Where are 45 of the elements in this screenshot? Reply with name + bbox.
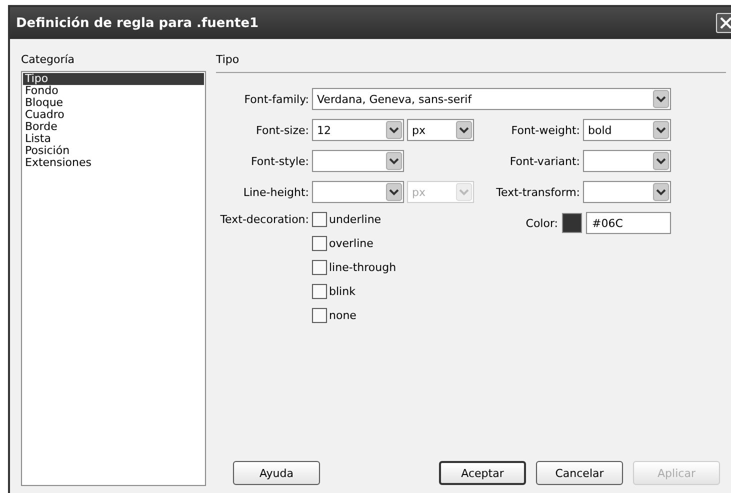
- dropdown[interactable]: Verdana, Geneva, sans-serif: [312, 88, 671, 110]
- field-label: Font-size:: [255, 124, 309, 136]
- field-label: Color:: [526, 216, 558, 230]
- close-icon: [720, 17, 731, 29]
- dropdown[interactable]: [583, 150, 671, 172]
- checkbox-label: none: [329, 309, 356, 322]
- dialog-button[interactable]: Ayuda: [233, 461, 320, 485]
- dropdown[interactable]: bold: [583, 119, 671, 141]
- dialog-button[interactable]: Cancelar: [536, 461, 623, 485]
- field-label: Font-weight:: [510, 124, 580, 136]
- dropdown[interactable]: [312, 150, 404, 172]
- field-label: Font-family:: [243, 92, 309, 106]
- checkbox-label: line-through: [329, 261, 396, 274]
- checkbox[interactable]: [312, 284, 327, 299]
- checkbox[interactable]: [312, 260, 327, 275]
- dropdown[interactable]: 12: [312, 119, 404, 141]
- field-label: Text-decoration:: [219, 213, 309, 226]
- category-item[interactable]: Posición: [23, 145, 204, 157]
- category-item[interactable]: Tipo: [23, 73, 204, 85]
- dropdown[interactable]: px: [407, 119, 474, 141]
- checkbox[interactable]: [312, 212, 327, 227]
- window-title: Definición de regla para .fuente1: [16, 16, 259, 30]
- checkbox[interactable]: [312, 308, 327, 323]
- category-item[interactable]: Fondo: [23, 85, 204, 97]
- category-item[interactable]: Cuadro: [23, 109, 204, 121]
- category-item[interactable]: Lista: [23, 133, 204, 145]
- dialog-button[interactable]: Aceptar: [439, 461, 526, 485]
- checkbox-label: underline: [329, 213, 382, 226]
- color-input[interactable]: #06C: [586, 212, 671, 234]
- checkbox-label: overline: [329, 237, 374, 250]
- close-button[interactable]: [716, 13, 731, 33]
- panel-heading: Tipo: [216, 53, 726, 73]
- category-label: Categoría: [21, 53, 76, 66]
- field-label: Font-style:: [250, 154, 309, 168]
- dropdown[interactable]: [583, 181, 671, 203]
- field-label: Font-variant:: [508, 154, 580, 168]
- category-item[interactable]: Borde: [23, 121, 204, 133]
- color-picker-button[interactable]: [562, 213, 582, 233]
- dropdown[interactable]: [312, 181, 404, 203]
- field-label: Text-transform:: [495, 186, 580, 198]
- checkbox[interactable]: [312, 236, 327, 251]
- category-item[interactable]: Bloque: [23, 97, 204, 109]
- field-label: Line-height:: [242, 186, 309, 198]
- category-item[interactable]: Extensiones: [23, 157, 204, 169]
- checkbox-label: blink: [329, 285, 356, 298]
